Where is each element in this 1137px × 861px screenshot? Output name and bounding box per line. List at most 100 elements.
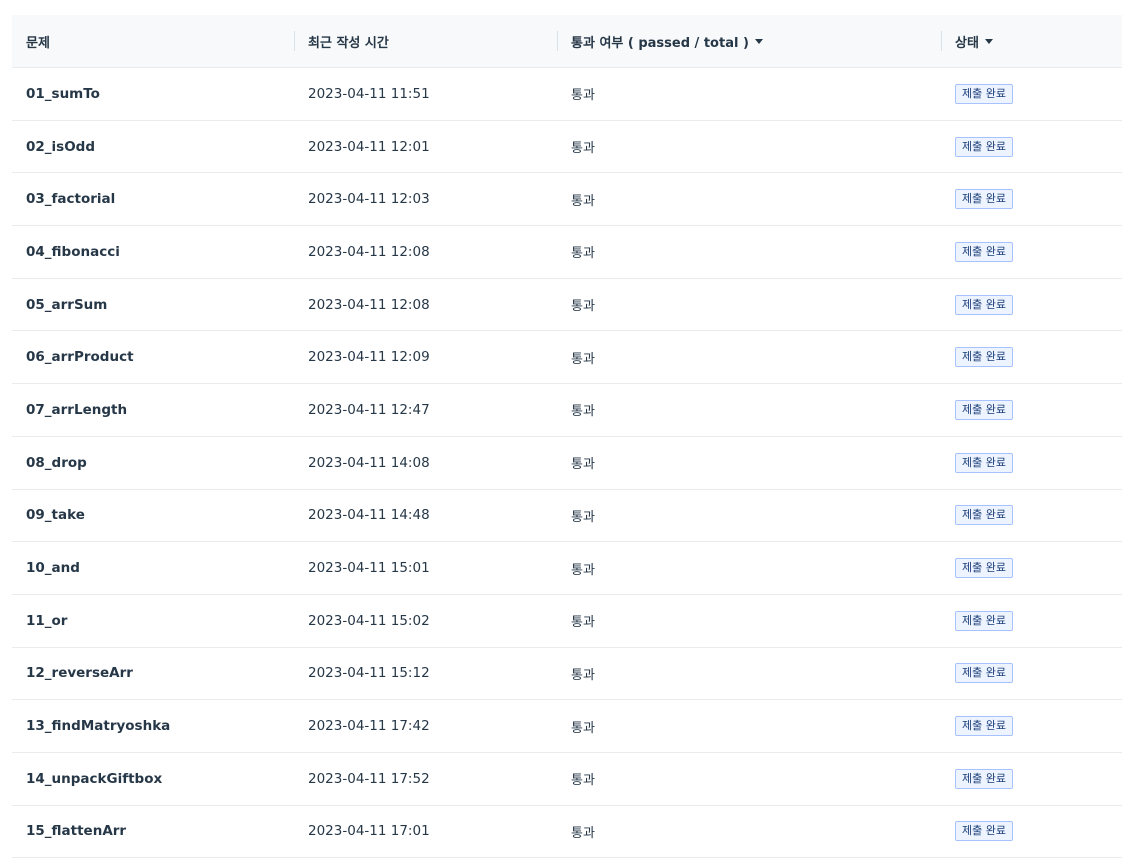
problem-link[interactable]: 15_flattenArr (26, 823, 126, 839)
status-cell: 제출 완료 (941, 399, 1122, 420)
status-badge: 제출 완료 (955, 663, 1013, 684)
status-badge: 제출 완료 (955, 716, 1013, 737)
pass-cell: 통과 (557, 242, 941, 261)
table-row[interactable]: 10_and 2023-04-11 15:01 통과 제출 완료 (12, 542, 1122, 595)
pass-result: 통과 (571, 562, 595, 578)
pass-result: 통과 (571, 351, 595, 367)
problem-cell: 03_factorial (12, 191, 294, 207)
time-cell: 2023-04-11 12:03 (294, 191, 557, 207)
status-badge: 제출 완료 (955, 294, 1013, 315)
pass-cell: 통과 (557, 717, 941, 736)
header-pass-filter[interactable]: 통과 여부 ( passed / total ) (557, 15, 941, 67)
problem-cell: 14_unpackGiftbox (12, 771, 294, 787)
time-cell: 2023-04-11 12:09 (294, 349, 557, 365)
submitted-time: 2023-04-11 15:12 (308, 665, 430, 682)
status-badge: 제출 완료 (955, 241, 1013, 262)
pass-cell: 통과 (557, 84, 941, 103)
header-status-label[interactable]: 상태 (955, 32, 979, 51)
problem-cell: 04_fibonacci (12, 244, 294, 260)
problem-link[interactable]: 11_or (26, 613, 67, 629)
caret-down-icon[interactable] (754, 38, 763, 44)
table-row[interactable]: 06_arrProduct 2023-04-11 12:09 통과 제출 완료 (12, 331, 1122, 385)
problem-link[interactable]: 05_arrSum (26, 297, 107, 313)
time-cell: 2023-04-11 15:12 (294, 665, 557, 681)
pass-cell: 통과 (557, 137, 941, 156)
problem-link[interactable]: 13_findMatryoshka (26, 718, 170, 734)
time-cell: 2023-04-11 17:01 (294, 823, 557, 839)
pass-cell: 통과 (557, 822, 941, 841)
table-row[interactable]: 08_drop 2023-04-11 14:08 통과 제출 완료 (12, 437, 1122, 490)
time-cell: 2023-04-11 12:08 (294, 244, 557, 260)
pass-result: 통과 (571, 193, 595, 209)
problem-link[interactable]: 08_drop (26, 455, 87, 471)
problem-link[interactable]: 12_reverseArr (26, 665, 133, 681)
problem-link[interactable]: 14_unpackGiftbox (26, 771, 162, 787)
table-row[interactable]: 01_sumTo 2023-04-11 11:51 통과 제출 완료 (12, 68, 1122, 121)
status-cell: 제출 완료 (941, 663, 1122, 684)
status-cell: 제출 완료 (941, 241, 1122, 262)
time-cell: 2023-04-11 15:01 (294, 560, 557, 576)
header-pass-label[interactable]: 통과 여부 ( passed / total ) (571, 32, 749, 51)
status-badge: 제출 완료 (955, 399, 1013, 420)
pass-cell: 통과 (557, 348, 941, 367)
submitted-time: 2023-04-11 12:03 (308, 191, 430, 208)
status-badge: 제출 완료 (955, 83, 1013, 104)
submitted-time: 2023-04-11 17:01 (308, 823, 430, 840)
status-cell: 제출 완료 (941, 136, 1122, 157)
problem-link[interactable]: 04_fibonacci (26, 244, 120, 260)
pass-result: 통과 (571, 667, 595, 683)
problem-link[interactable]: 02_isOdd (26, 139, 95, 155)
pass-cell: 통과 (557, 664, 941, 683)
submitted-time: 2023-04-11 14:48 (308, 507, 430, 524)
pass-cell: 통과 (557, 400, 941, 419)
submitted-time: 2023-04-11 15:01 (308, 560, 430, 577)
pass-result: 통과 (571, 141, 595, 157)
pass-cell: 통과 (557, 506, 941, 525)
table-row[interactable]: 02_isOdd 2023-04-11 12:01 통과 제출 완료 (12, 121, 1122, 174)
table-row[interactable]: 13_findMatryoshka 2023-04-11 17:42 통과 제출 완료 (12, 700, 1122, 753)
problem-link[interactable]: 07_arrLength (26, 402, 127, 418)
submitted-time: 2023-04-11 14:08 (308, 454, 430, 471)
time-cell: 2023-04-11 12:47 (294, 402, 557, 418)
time-cell: 2023-04-11 12:01 (294, 139, 557, 155)
problem-cell: 15_flattenArr (12, 823, 294, 839)
header-status-filter[interactable]: 상태 (941, 15, 1122, 67)
table-row[interactable]: 12_reverseArr 2023-04-11 15:12 통과 제출 완료 (12, 648, 1122, 701)
problem-cell: 06_arrProduct (12, 349, 294, 365)
status-badge: 제출 완료 (955, 452, 1013, 473)
pass-cell: 통과 (557, 559, 941, 578)
time-cell: 2023-04-11 14:48 (294, 507, 557, 523)
table-row[interactable]: 11_or 2023-04-11 15:02 통과 제출 완료 (12, 595, 1122, 648)
problem-cell: 07_arrLength (12, 402, 294, 418)
submitted-time: 2023-04-11 12:08 (308, 296, 430, 313)
header-problem: 문제 (12, 15, 294, 67)
submitted-time: 2023-04-11 17:52 (308, 770, 430, 787)
table-row[interactable]: 15_flattenArr 2023-04-11 17:01 통과 제출 완료 (12, 806, 1122, 859)
time-cell: 2023-04-11 17:42 (294, 718, 557, 734)
problem-cell: 02_isOdd (12, 139, 294, 155)
caret-down-icon[interactable] (984, 38, 993, 44)
time-cell: 2023-04-11 14:08 (294, 455, 557, 471)
table-row[interactable]: 05_arrSum 2023-04-11 12:08 통과 제출 완료 (12, 279, 1122, 332)
header-problem-label: 문제 (26, 35, 50, 51)
table-row[interactable]: 07_arrLength 2023-04-11 12:47 통과 제출 완료 (12, 384, 1122, 437)
problem-link[interactable]: 03_factorial (26, 191, 115, 207)
table-row[interactable]: 04_fibonacci 2023-04-11 12:08 통과 제출 완료 (12, 226, 1122, 279)
status-cell: 제출 완료 (941, 558, 1122, 579)
problem-link[interactable]: 09_take (26, 507, 85, 523)
submitted-time: 2023-04-11 15:02 (308, 612, 430, 629)
status-cell: 제출 완료 (941, 294, 1122, 315)
table-row[interactable]: 14_unpackGiftbox 2023-04-11 17:52 통과 제출 완료 (12, 753, 1122, 806)
pass-cell: 통과 (557, 769, 941, 788)
problem-cell: 08_drop (12, 455, 294, 471)
table-row[interactable]: 03_factorial 2023-04-11 12:03 통과 제출 완료 (12, 173, 1122, 227)
table-row[interactable]: 09_take 2023-04-11 14:48 통과 제출 완료 (12, 490, 1122, 543)
pass-cell: 통과 (557, 453, 941, 472)
problem-link[interactable]: 10_and (26, 560, 80, 576)
pass-result: 통과 (571, 457, 595, 473)
submitted-time: 2023-04-11 12:09 (308, 349, 430, 366)
problem-link[interactable]: 01_sumTo (26, 86, 100, 102)
problem-cell: 01_sumTo (12, 86, 294, 102)
status-badge: 제출 완료 (955, 558, 1013, 579)
problem-link[interactable]: 06_arrProduct (26, 349, 134, 365)
